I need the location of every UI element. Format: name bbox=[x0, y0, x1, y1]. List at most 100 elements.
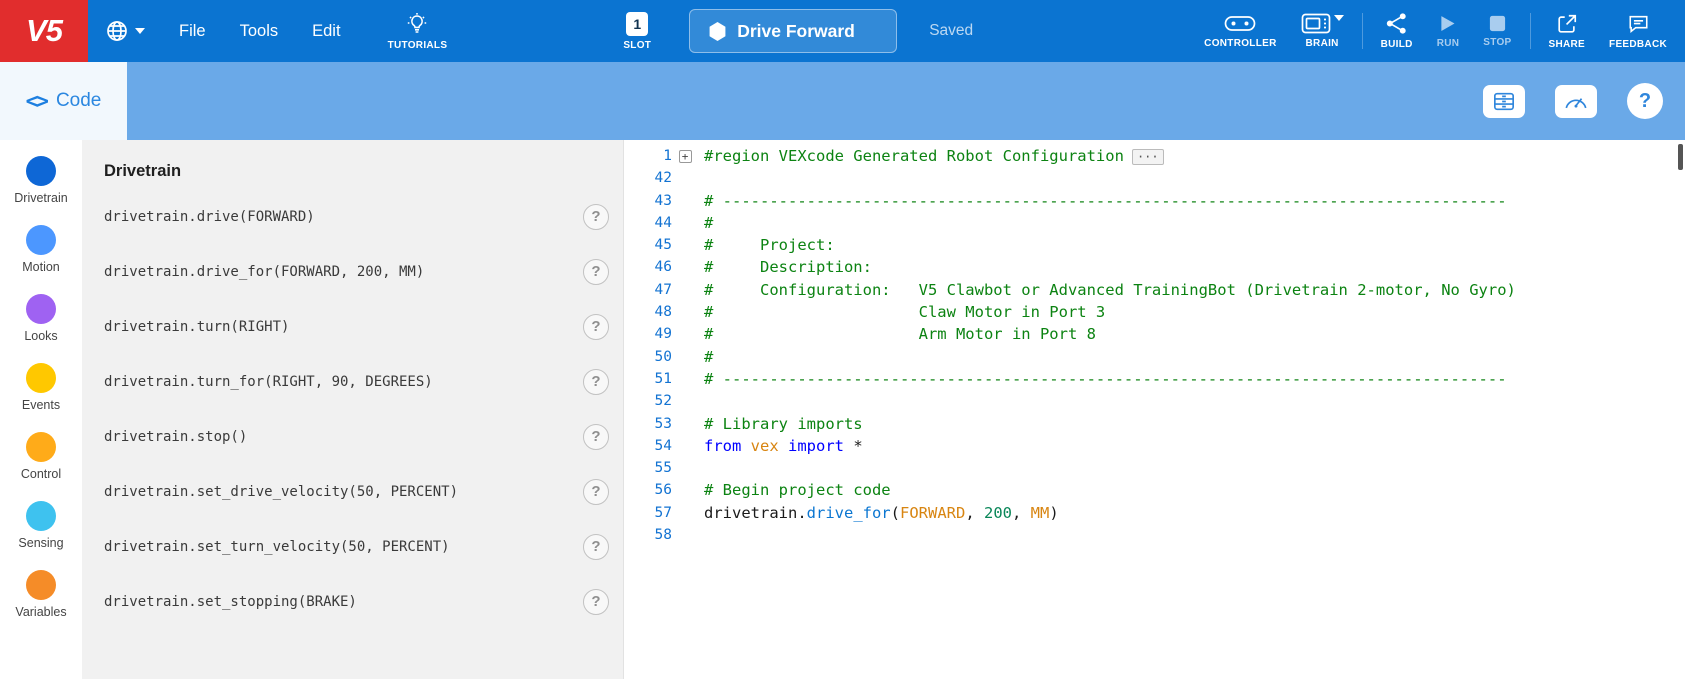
sidebar-item-events[interactable]: Events bbox=[22, 363, 60, 412]
share-label: SHARE bbox=[1549, 39, 1586, 50]
run-button[interactable]: RUN bbox=[1425, 0, 1472, 62]
tutorials-button[interactable]: TUTORIALS bbox=[376, 0, 460, 62]
token-comment: # bbox=[704, 348, 713, 366]
sidebar-item-control[interactable]: Control bbox=[21, 432, 61, 481]
code-line[interactable]: 56# Begin project code bbox=[624, 479, 1685, 501]
code-content: # Claw Motor in Port 3 bbox=[698, 301, 1105, 323]
category-label: Drivetrain bbox=[14, 191, 68, 205]
command-text: drivetrain.stop() bbox=[104, 429, 247, 445]
sidebar-item-motion[interactable]: Motion bbox=[22, 225, 60, 274]
share-button[interactable]: SHARE bbox=[1537, 0, 1598, 62]
stop-button[interactable]: STOP bbox=[1471, 0, 1523, 62]
code-line[interactable]: 55 bbox=[624, 457, 1685, 479]
fold-column bbox=[672, 390, 698, 412]
code-content bbox=[698, 167, 704, 189]
code-line[interactable]: 52 bbox=[624, 390, 1685, 412]
help-button[interactable]: ? bbox=[1627, 83, 1663, 119]
command-item[interactable]: drivetrain.turn(RIGHT)? bbox=[104, 299, 623, 354]
project-name-button[interactable]: Drive Forward bbox=[689, 9, 897, 53]
question-mark: ? bbox=[1639, 90, 1651, 113]
code-line[interactable]: 45# Project: bbox=[624, 234, 1685, 256]
fold-column bbox=[672, 212, 698, 234]
line-number: 53 bbox=[624, 413, 672, 435]
slot-button[interactable]: 1 SLOT bbox=[611, 0, 663, 62]
line-number: 52 bbox=[624, 390, 672, 412]
tab-code-label: Code bbox=[56, 90, 101, 112]
code-line[interactable]: 50# bbox=[624, 346, 1685, 368]
line-number: 46 bbox=[624, 256, 672, 278]
code-line[interactable]: 43# ------------------------------------… bbox=[624, 190, 1685, 212]
code-content bbox=[698, 390, 704, 412]
command-item[interactable]: drivetrain.set_turn_velocity(50, PERCENT… bbox=[104, 519, 623, 574]
controller-button[interactable]: CONTROLLER bbox=[1192, 0, 1288, 62]
command-help-button[interactable]: ? bbox=[583, 424, 609, 450]
menu-tools[interactable]: Tools bbox=[223, 0, 296, 62]
code-line[interactable]: 1+#region VEXcode Generated Robot Config… bbox=[624, 145, 1685, 167]
sidebar-item-sensing[interactable]: Sensing bbox=[18, 501, 63, 550]
language-menu[interactable] bbox=[88, 0, 162, 62]
category-circle-icon bbox=[26, 432, 56, 462]
command-item[interactable]: drivetrain.stop()? bbox=[104, 409, 623, 464]
command-help-button[interactable]: ? bbox=[583, 204, 609, 230]
command-text: drivetrain.turn(RIGHT) bbox=[104, 319, 289, 335]
code-line[interactable]: 54from vex import * bbox=[624, 435, 1685, 457]
token-comment: # Arm Motor in Port 8 bbox=[704, 325, 1096, 343]
sidebar-item-looks[interactable]: Looks bbox=[24, 294, 57, 343]
code-line[interactable]: 48# Claw Motor in Port 3 bbox=[624, 301, 1685, 323]
slot-label: SLOT bbox=[623, 40, 651, 51]
line-number: 51 bbox=[624, 368, 672, 390]
code-line[interactable]: 51# ------------------------------------… bbox=[624, 368, 1685, 390]
category-label: Control bbox=[21, 467, 61, 481]
code-line[interactable]: 42 bbox=[624, 167, 1685, 189]
feedback-button[interactable]: FEEDBACK bbox=[1597, 0, 1679, 62]
brain-icon bbox=[1301, 13, 1331, 34]
command-palette: Drivetrain drivetrain.drive(FORWARD)?dri… bbox=[82, 140, 623, 679]
editor-scrollbar[interactable] bbox=[1678, 144, 1683, 170]
command-item[interactable]: drivetrain.drive(FORWARD)? bbox=[104, 189, 623, 244]
command-help-button[interactable]: ? bbox=[583, 479, 609, 505]
sidebar-item-variables[interactable]: Variables bbox=[15, 570, 66, 619]
code-editor[interactable]: 1+#region VEXcode Generated Robot Config… bbox=[623, 140, 1685, 679]
code-line[interactable]: 57drivetrain.drive_for(FORWARD, 200, MM) bbox=[624, 502, 1685, 524]
lightbulb-icon bbox=[405, 12, 429, 36]
brain-device-button[interactable] bbox=[1483, 85, 1525, 118]
menu-edit[interactable]: Edit bbox=[295, 0, 357, 62]
sidebar-item-drivetrain[interactable]: Drivetrain bbox=[14, 156, 68, 205]
code-line[interactable]: 44# bbox=[624, 212, 1685, 234]
category-label: Motion bbox=[22, 260, 60, 274]
tab-code[interactable]: <> Code bbox=[0, 62, 127, 140]
menu-file[interactable]: File bbox=[162, 0, 223, 62]
command-help-button[interactable]: ? bbox=[583, 534, 609, 560]
command-item[interactable]: drivetrain.set_stopping(BRAKE)? bbox=[104, 574, 623, 629]
command-help-button[interactable]: ? bbox=[583, 589, 609, 615]
brain-button[interactable]: BRAIN bbox=[1289, 0, 1356, 62]
command-help-button[interactable]: ? bbox=[583, 369, 609, 395]
fold-expand-icon[interactable]: + bbox=[679, 150, 692, 163]
code-line[interactable]: 49# Arm Motor in Port 8 bbox=[624, 323, 1685, 345]
dashboard-button[interactable] bbox=[1555, 85, 1597, 118]
code-line[interactable]: 47# Configuration: V5 Clawbot or Advance… bbox=[624, 279, 1685, 301]
line-number: 56 bbox=[624, 479, 672, 501]
command-help-button[interactable]: ? bbox=[583, 259, 609, 285]
line-number: 54 bbox=[624, 435, 672, 457]
command-item[interactable]: drivetrain.drive_for(FORWARD, 200, MM)? bbox=[104, 244, 623, 299]
command-list: drivetrain.drive(FORWARD)?drivetrain.dri… bbox=[104, 189, 623, 629]
token-plain: , bbox=[965, 504, 984, 522]
code-line[interactable]: 53# Library imports bbox=[624, 413, 1685, 435]
command-item[interactable]: drivetrain.set_drive_velocity(50, PERCEN… bbox=[104, 464, 623, 519]
token-func: drive_for bbox=[807, 504, 891, 522]
code-line[interactable]: 46# Description: bbox=[624, 256, 1685, 278]
vexcode-logo[interactable]: V5 bbox=[0, 0, 88, 62]
chevron-down-icon bbox=[1334, 15, 1344, 21]
category-circle-icon bbox=[26, 225, 56, 255]
controller-label: CONTROLLER bbox=[1204, 38, 1276, 49]
build-button[interactable]: BUILD bbox=[1369, 0, 1425, 62]
line-number: 43 bbox=[624, 190, 672, 212]
folded-region-indicator[interactable]: ··· bbox=[1132, 149, 1164, 165]
globe-icon bbox=[105, 19, 129, 43]
command-help-button[interactable]: ? bbox=[583, 314, 609, 340]
line-number: 44 bbox=[624, 212, 672, 234]
line-number: 58 bbox=[624, 524, 672, 546]
command-item[interactable]: drivetrain.turn_for(RIGHT, 90, DEGREES)? bbox=[104, 354, 623, 409]
code-line[interactable]: 58 bbox=[624, 524, 1685, 546]
